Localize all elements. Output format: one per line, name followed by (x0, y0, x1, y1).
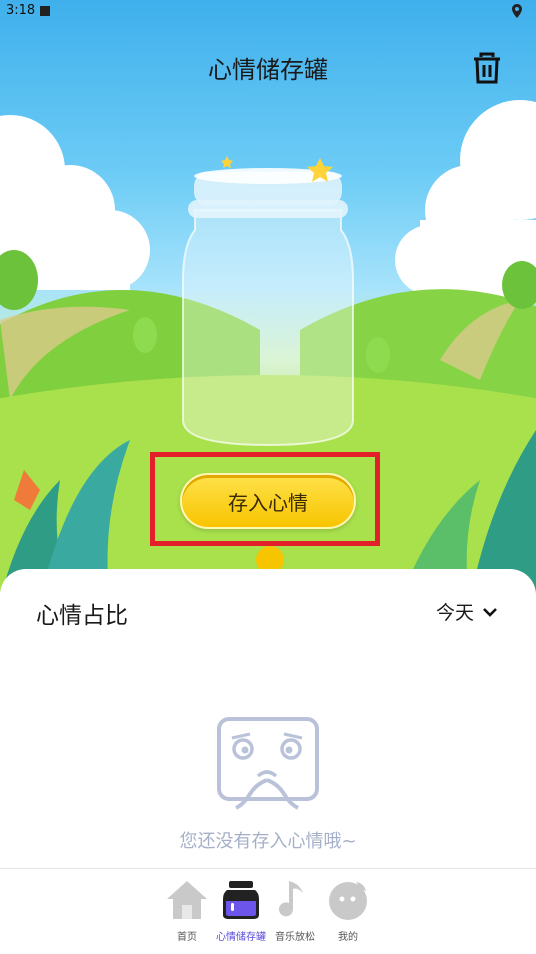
bottom-tab-bar: 首页 心情储存罐 音乐放松 我的 (0, 868, 536, 954)
tab-profile-label: 我的 (338, 932, 358, 943)
page-title: 心情储存罐 (208, 56, 328, 84)
jar-icon (223, 881, 259, 919)
save-mood-button[interactable]: 存入心情 (180, 473, 356, 529)
tab-music-relax-label: 音乐放松 (275, 932, 315, 943)
period-dropdown[interactable]: 今天 (436, 598, 498, 625)
location-icon (512, 4, 522, 18)
status-bar: 3:18 (0, 0, 536, 24)
tab-music-relax[interactable]: 音乐放松 (268, 879, 322, 943)
mood-ratio-title: 心情占比 (36, 603, 128, 629)
status-time: 3:18 (6, 3, 36, 18)
notification-icon (40, 6, 50, 16)
empty-state-message: 您还没有存入心情哦~ (179, 831, 357, 852)
empty-state-face-icon (217, 717, 319, 810)
music-note-icon (279, 881, 303, 917)
tab-home[interactable]: 首页 (160, 879, 214, 943)
home-icon (167, 881, 207, 919)
tab-profile[interactable]: 我的 (321, 879, 375, 943)
profile-icon (329, 882, 367, 920)
period-label: 今天 (436, 602, 475, 624)
trash-icon[interactable] (472, 52, 502, 84)
tab-mood-jar[interactable]: 心情储存罐 (214, 879, 268, 943)
tab-home-label: 首页 (177, 932, 197, 943)
chevron-down-icon (483, 607, 497, 617)
tab-mood-jar-label: 心情储存罐 (216, 932, 266, 943)
